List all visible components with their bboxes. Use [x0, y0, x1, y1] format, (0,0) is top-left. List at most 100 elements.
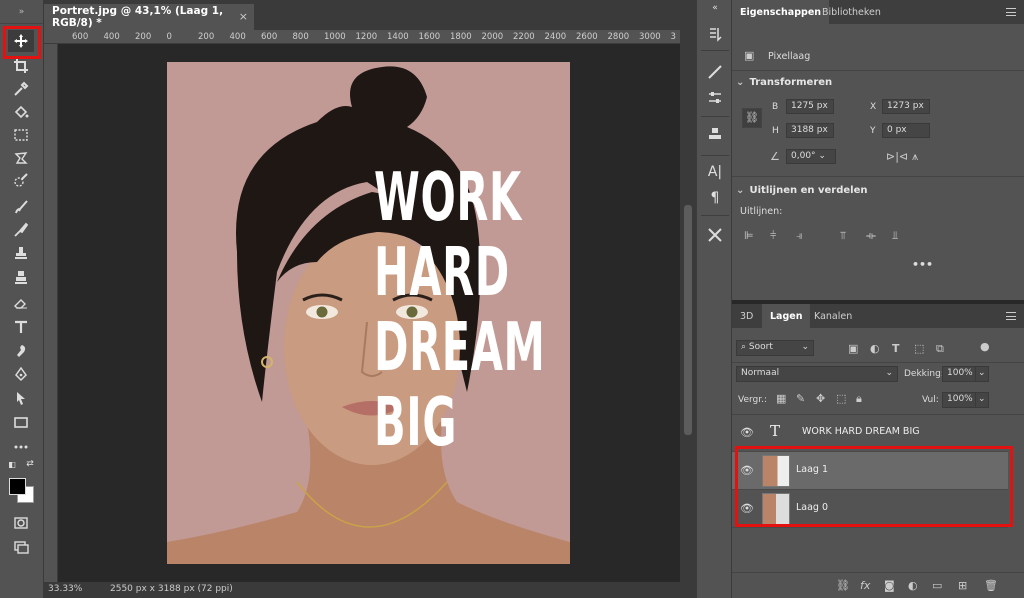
- default-colors-icon[interactable]: ◧: [4, 458, 20, 470]
- add-mask-icon[interactable]: ◙: [884, 579, 895, 592]
- portrait-photo[interactable]: WORK HARD DREAM BIG: [167, 62, 570, 564]
- height-label: H: [772, 126, 779, 136]
- ruler-tick: 200: [198, 32, 215, 42]
- align-middle-vertical-icon[interactable]: ⟛: [866, 229, 876, 243]
- quick-selection-tool-icon[interactable]: [8, 170, 34, 192]
- align-top-icon[interactable]: ⫪: [840, 229, 846, 243]
- fx-icon[interactable]: fx: [860, 579, 870, 592]
- filter-toggle-icon[interactable]: ●: [980, 340, 990, 353]
- y-field[interactable]: 0 px: [882, 123, 930, 138]
- vertical-scrollbar[interactable]: [680, 30, 696, 582]
- align-left-icon[interactable]: ⊫: [744, 229, 754, 242]
- lock-artboard-icon[interactable]: ⬚: [836, 392, 846, 405]
- document-tab[interactable]: Portret.jpg @ 43,1% (Laag 1, RGB/8) * ×: [44, 4, 254, 30]
- marquee-tool-icon[interactable]: [8, 124, 34, 146]
- blend-mode-select[interactable]: Normaal ⌄: [736, 366, 898, 382]
- opacity-dropdown-icon[interactable]: ⌄: [975, 366, 989, 382]
- layer-filter-select[interactable]: ⌕ Soort ⌄: [736, 340, 814, 356]
- smudge-tool-icon[interactable]: [8, 340, 34, 362]
- tab-kanalen[interactable]: Kanalen: [806, 304, 860, 328]
- angle-field[interactable]: 0,00° ⌄: [786, 149, 836, 164]
- history-panel-icon[interactable]: [705, 24, 725, 44]
- tab-3d[interactable]: 3D: [732, 304, 761, 328]
- tool-presets-icon[interactable]: [705, 225, 725, 245]
- align-right-icon[interactable]: ⫣: [796, 229, 803, 243]
- lock-label: Vergr.:: [738, 395, 768, 405]
- paint-bucket-tool-icon[interactable]: [8, 101, 34, 123]
- character-panel-icon[interactable]: A|: [705, 162, 725, 182]
- lock-transparency-icon[interactable]: ▦: [776, 392, 786, 405]
- foreground-color-swatch[interactable]: [9, 478, 26, 495]
- brush-settings-icon[interactable]: [705, 62, 725, 82]
- swap-colors-icon[interactable]: ⇄: [22, 458, 38, 470]
- ruler-tick: 200: [135, 32, 152, 42]
- height-field[interactable]: 3188 px: [786, 123, 834, 138]
- screen-mode-icon[interactable]: [8, 536, 34, 558]
- paintbrush-tool-icon[interactable]: [8, 219, 34, 241]
- lasso-tool-icon[interactable]: [8, 147, 34, 169]
- more-tools-icon[interactable]: [8, 436, 34, 458]
- type-tool-icon[interactable]: [8, 316, 34, 338]
- clone-stamp-tool-icon[interactable]: [8, 242, 34, 264]
- zoom-level[interactable]: 33.33%: [48, 584, 82, 594]
- quick-mask-icon[interactable]: [8, 512, 34, 534]
- transform-section-header[interactable]: ⌄ Transformeren: [736, 77, 832, 88]
- more-options-icon[interactable]: •••: [912, 258, 933, 271]
- vertical-scroll-thumb[interactable]: [684, 205, 692, 435]
- tab-bibliotheken[interactable]: Bibliotheken: [814, 0, 889, 24]
- path-selection-tool-icon[interactable]: [8, 387, 34, 409]
- close-tab-icon[interactable]: ×: [239, 10, 248, 23]
- eraser-tool-icon[interactable]: [8, 292, 34, 314]
- align-bottom-icon[interactable]: ⫫: [892, 229, 898, 243]
- link-dimensions-icon[interactable]: ⛓: [742, 108, 762, 128]
- layer-name[interactable]: WORK HARD DREAM BIG: [802, 426, 920, 437]
- ruler-tick: 1600: [418, 32, 441, 42]
- flip-vertical-icon[interactable]: ⩚: [912, 150, 918, 164]
- collapse-toolbar-icon[interactable]: »: [0, 0, 43, 24]
- lock-all-icon[interactable]: 🔒︎: [856, 392, 862, 406]
- rectangle-tool-icon[interactable]: [8, 411, 34, 433]
- x-field[interactable]: 1273 px: [882, 99, 930, 114]
- flip-horizontal-icon[interactable]: ⊳|⊲: [886, 150, 908, 163]
- filter-type-icon[interactable]: T: [892, 342, 900, 355]
- brush-tool-icon[interactable]: [8, 196, 34, 218]
- layers-menu-icon[interactable]: [1006, 312, 1016, 320]
- clone-source-icon[interactable]: [705, 124, 725, 144]
- paragraph-panel-icon[interactable]: ¶: [705, 188, 725, 208]
- panel-menu-icon[interactable]: [1006, 8, 1016, 16]
- filter-shape-icon[interactable]: ⬚: [914, 342, 924, 355]
- eyedropper-tool-icon[interactable]: [8, 78, 34, 100]
- lock-position-icon[interactable]: ✥: [816, 392, 825, 405]
- align-section-header[interactable]: ⌄ Uitlijnen en verdelen: [736, 185, 867, 196]
- expand-panels-icon[interactable]: «: [705, 2, 725, 14]
- panel-icon-strip: « A| ¶: [696, 0, 732, 598]
- history-brush-tool-icon[interactable]: [8, 266, 34, 288]
- link-layers-icon[interactable]: ⛓: [836, 579, 850, 592]
- document-info[interactable]: 2550 px x 3188 px (72 ppi): [110, 584, 233, 594]
- poster-headline-text[interactable]: WORK HARD DREAM BIG: [374, 160, 545, 460]
- filter-pixel-icon[interactable]: ▣: [848, 342, 858, 355]
- filter-smart-object-icon[interactable]: ⧉: [936, 342, 944, 356]
- width-field[interactable]: 1275 px: [786, 99, 834, 114]
- tab-lagen[interactable]: Lagen: [762, 304, 811, 328]
- status-bar: 33.33% 2550 px x 3188 px (72 ppi): [44, 582, 696, 598]
- align-center-horizontal-icon[interactable]: ⫩: [770, 229, 776, 243]
- ruler-tick: 1200: [355, 32, 378, 42]
- type-layer-icon: T: [770, 422, 781, 440]
- canvas-area[interactable]: WORK HARD DREAM BIG: [58, 44, 680, 582]
- new-layer-icon[interactable]: ⊞: [958, 579, 967, 592]
- fill-dropdown-icon[interactable]: ⌄: [975, 392, 989, 408]
- new-group-icon[interactable]: ▭: [932, 579, 942, 592]
- move-tool-icon[interactable]: [8, 30, 34, 52]
- chevron-down-icon: ⌄: [736, 77, 745, 88]
- filter-adjustment-icon[interactable]: ◐: [870, 342, 880, 355]
- layers-bottom-toolbar: ⛓ fx ◙ ◐ ▭ ⊞ 🗑︎: [732, 572, 1024, 598]
- eye-icon[interactable]: 👁︎: [740, 426, 754, 439]
- pen-tool-icon[interactable]: [8, 363, 34, 385]
- adjustment-layer-icon[interactable]: ◐: [908, 579, 918, 592]
- crop-tool-icon[interactable]: [8, 55, 34, 77]
- adjustments-panel-icon[interactable]: [705, 88, 725, 108]
- lock-image-icon[interactable]: ✎: [796, 392, 805, 405]
- trash-icon[interactable]: 🗑︎: [984, 579, 998, 592]
- ruler-tick: 600: [261, 32, 278, 42]
